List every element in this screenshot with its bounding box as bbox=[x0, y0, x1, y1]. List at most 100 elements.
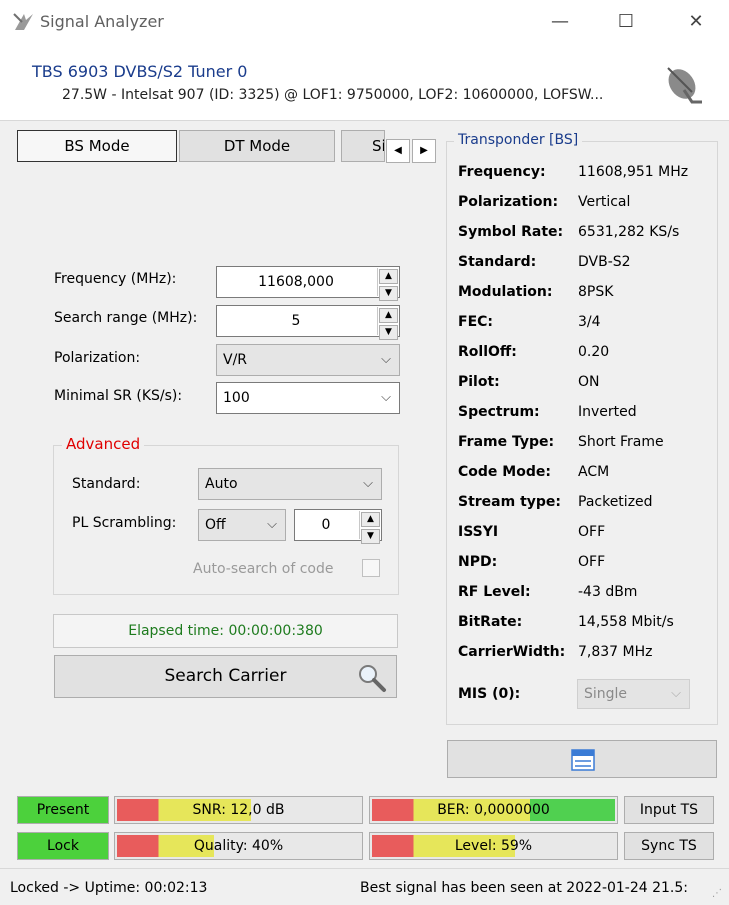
tp-label-frequency: Frequency: bbox=[458, 164, 546, 180]
pl-code-value: 0 bbox=[321, 517, 331, 533]
resize-grip-icon[interactable]: ⋰ bbox=[712, 888, 726, 902]
tab-scroll-right-button[interactable]: ▶ bbox=[412, 139, 436, 163]
tp-value-modulation: 8PSK bbox=[578, 284, 614, 300]
tp-label-polarization: Polarization: bbox=[458, 194, 559, 210]
tp-value-polarization: Vertical bbox=[578, 194, 631, 210]
list-icon bbox=[571, 749, 595, 771]
tp-label-rolloff: RollOff: bbox=[458, 344, 517, 360]
transponder-title: Transponder [BS] bbox=[454, 132, 583, 148]
search-range-input[interactable]: 5 ▲ ▼ bbox=[216, 305, 400, 340]
standard-value: Auto bbox=[205, 476, 238, 492]
status-uptime: Locked -> Uptime: 00:02:13 bbox=[10, 880, 208, 896]
spin-up-icon[interactable]: ▲ bbox=[379, 308, 398, 323]
polarization-label: Polarization: bbox=[54, 350, 141, 366]
ber-label: BER: 0,0000000 bbox=[437, 802, 550, 818]
tp-label-stream-type: Stream type: bbox=[458, 494, 562, 510]
frequency-spinner[interactable]: ▲ ▼ bbox=[377, 268, 399, 301]
elapsed-time: Elapsed time: 00:00:00:380 bbox=[53, 614, 398, 648]
satellite-dish-icon bbox=[667, 67, 702, 104]
tp-label-fec: FEC: bbox=[458, 314, 493, 330]
satellite-info: 27.5W - Intelsat 907 (ID: 3325) @ LOF1: … bbox=[62, 87, 604, 103]
tab-scroll-left-button[interactable]: ◀ bbox=[386, 139, 410, 163]
search-range-label: Search range (MHz): bbox=[54, 310, 198, 326]
pl-code-spinner[interactable]: ▲ ▼ bbox=[359, 511, 381, 544]
quality-label: Quality: 40% bbox=[193, 838, 284, 854]
tp-value-stream-type: Packetized bbox=[578, 494, 653, 510]
sync-ts-button[interactable]: Sync TS bbox=[624, 832, 714, 860]
spin-up-icon[interactable]: ▲ bbox=[379, 269, 398, 284]
minimal-sr-select[interactable]: 100 ⌵ bbox=[216, 382, 400, 414]
tp-value-npd: OFF bbox=[578, 554, 606, 570]
tp-value-rolloff: 0.20 bbox=[578, 344, 610, 360]
search-range-spinner[interactable]: ▲ ▼ bbox=[377, 307, 399, 340]
mis-label: MIS (0): bbox=[458, 686, 521, 702]
tp-value-frequency: 11608,951 MHz bbox=[578, 164, 689, 180]
tp-label-pilot: Pilot: bbox=[458, 374, 500, 390]
minimal-sr-value: 100 bbox=[223, 390, 250, 406]
standard-label: Standard: bbox=[72, 476, 141, 492]
spin-down-icon[interactable]: ▼ bbox=[361, 529, 380, 544]
tp-value-issyi: OFF bbox=[578, 524, 606, 540]
search-carrier-button[interactable]: Search Carrier bbox=[54, 655, 397, 698]
pl-scrambling-value: Off bbox=[205, 517, 226, 533]
tp-value-bitrate: 14,558 Mbit/s bbox=[578, 614, 674, 630]
tp-label-spectrum: Spectrum: bbox=[458, 404, 540, 420]
minimize-button[interactable]: — bbox=[540, 8, 580, 36]
tp-label-code-mode: Code Mode: bbox=[458, 464, 551, 480]
tp-value-standard: DVB-S2 bbox=[578, 254, 631, 270]
tp-value-rf-level: -43 dBm bbox=[578, 584, 638, 600]
pl-code-input[interactable]: 0 ▲ ▼ bbox=[294, 509, 382, 544]
polarization-value: V/R bbox=[223, 352, 248, 368]
tp-label-standard: Standard: bbox=[458, 254, 537, 270]
tab-si[interactable]: Si bbox=[341, 130, 385, 162]
chevron-down-icon: ⌵ bbox=[363, 476, 373, 491]
chevron-down-icon: ⌵ bbox=[381, 352, 391, 367]
status-best-signal: Best signal has been seen at 2022-01-24 … bbox=[360, 880, 689, 896]
tab-dt-mode[interactable]: DT Mode bbox=[179, 130, 335, 162]
ber-meter: BER: 0,0000000 bbox=[369, 796, 618, 824]
tp-label-frame-type: Frame Type: bbox=[458, 434, 555, 450]
tp-label-bitrate: BitRate: bbox=[458, 614, 523, 630]
tuner-name: TBS 6903 DVBS/S2 Tuner 0 bbox=[32, 62, 248, 81]
tp-value-frame-type: Short Frame bbox=[578, 434, 664, 450]
chevron-down-icon: ⌵ bbox=[671, 686, 681, 701]
snr-meter: SNR: 12,0 dB bbox=[114, 796, 363, 824]
tp-label-rf-level: RF Level: bbox=[458, 584, 531, 600]
mis-value: Single bbox=[584, 686, 628, 702]
tp-label-issyi: ISSYI bbox=[458, 524, 499, 540]
auto-search-label: Auto-search of code bbox=[193, 561, 334, 577]
tp-label-carrier-width: CarrierWidth: bbox=[458, 644, 566, 660]
maximize-button[interactable]: ☐ bbox=[606, 8, 646, 36]
spin-down-icon[interactable]: ▼ bbox=[379, 325, 398, 340]
standard-select[interactable]: Auto ⌵ bbox=[198, 468, 382, 500]
minimal-sr-label: Minimal SR (KS/s): bbox=[54, 388, 183, 404]
snr-label: SNR: 12,0 dB bbox=[192, 802, 285, 818]
tp-label-modulation: Modulation: bbox=[458, 284, 553, 300]
tp-value-carrier-width: 7,837 MHz bbox=[578, 644, 653, 660]
search-range-value: 5 bbox=[291, 313, 301, 329]
spin-up-icon[interactable]: ▲ bbox=[361, 512, 380, 527]
frequency-input[interactable]: 11608,000 ▲ ▼ bbox=[216, 266, 400, 301]
tab-scroll-arrows: ◀ ▶ bbox=[386, 139, 436, 163]
tab-bs-mode[interactable]: BS Mode bbox=[17, 130, 177, 162]
tp-value-pilot: ON bbox=[578, 374, 600, 390]
tp-value-fec: 3/4 bbox=[578, 314, 601, 330]
spin-down-icon[interactable]: ▼ bbox=[379, 286, 398, 301]
pl-scrambling-label: PL Scrambling: bbox=[72, 515, 177, 531]
polarization-select[interactable]: V/R ⌵ bbox=[216, 344, 400, 376]
level-label: Level: 59% bbox=[454, 838, 533, 854]
auto-search-checkbox[interactable] bbox=[362, 559, 380, 577]
app-icon bbox=[13, 13, 33, 30]
tp-value-spectrum: Inverted bbox=[578, 404, 637, 420]
input-ts-button[interactable]: Input TS bbox=[624, 796, 714, 824]
pl-scrambling-select[interactable]: Off ⌵ bbox=[198, 509, 286, 541]
tp-value-code-mode: ACM bbox=[578, 464, 610, 480]
search-icon bbox=[359, 665, 386, 692]
level-meter: Level: 59% bbox=[369, 832, 618, 860]
mis-select[interactable]: Single ⌵ bbox=[577, 679, 690, 709]
tp-label-symbol-rate: Symbol Rate: bbox=[458, 224, 564, 240]
close-button[interactable]: ✕ bbox=[676, 8, 716, 36]
quality-meter: Quality: 40% bbox=[114, 832, 363, 860]
transponder-list-button[interactable] bbox=[447, 740, 717, 778]
frequency-label: Frequency (MHz): bbox=[54, 271, 177, 287]
